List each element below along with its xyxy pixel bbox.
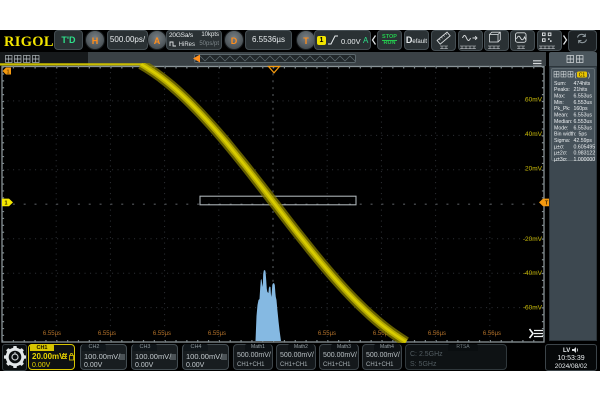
- svg-text:Mode:: Mode:: [554, 125, 568, 131]
- svg-text:µ±3σ:: µ±3σ:: [554, 157, 567, 163]
- svg-text:6.553us: 6.553us: [574, 118, 593, 124]
- svg-text:6.55µs: 6.55µs: [43, 331, 61, 337]
- svg-text:Bin width:: Bin width:: [554, 131, 577, 137]
- svg-text:0.605495: 0.605495: [574, 144, 596, 150]
- svg-text:20mV: 20mV: [525, 166, 543, 173]
- svg-text:21hits: 21hits: [574, 87, 588, 93]
- svg-text:0.983122: 0.983122: [574, 150, 596, 156]
- svg-text:-20mV: -20mV: [523, 236, 543, 243]
- svg-text:µ±σ:: µ±σ:: [554, 144, 564, 150]
- svg-text:1: 1: [6, 69, 9, 75]
- svg-text:C1: C1: [579, 72, 586, 78]
- svg-text:Min:: Min:: [554, 99, 564, 105]
- svg-text:): ): [588, 73, 590, 79]
- svg-text:6.56µs: 6.56µs: [483, 331, 501, 337]
- svg-text:6.55µs: 6.55µs: [98, 331, 116, 337]
- svg-text:Mean:: Mean:: [554, 112, 568, 118]
- svg-text:(: (: [575, 73, 577, 79]
- svg-text:40mV: 40mV: [525, 131, 543, 138]
- svg-text:5ps: 5ps: [579, 131, 588, 137]
- svg-text:Max:: Max:: [554, 93, 565, 99]
- svg-text:6.553us: 6.553us: [574, 125, 593, 131]
- svg-text:6.553us: 6.553us: [574, 99, 593, 105]
- svg-text:6.553us: 6.553us: [574, 93, 593, 99]
- svg-text:Sum:: Sum:: [554, 80, 566, 86]
- svg-text:6.56µs: 6.56µs: [428, 331, 446, 337]
- svg-text:6.553us: 6.553us: [574, 112, 593, 118]
- svg-text:µ±2σ:: µ±2σ:: [554, 150, 567, 156]
- svg-text:Median:: Median:: [554, 118, 572, 124]
- svg-text:1.000000: 1.000000: [574, 157, 596, 163]
- svg-text:474hits: 474hits: [574, 80, 591, 86]
- svg-text:1: 1: [4, 201, 7, 207]
- svg-text:Sigma:: Sigma:: [554, 138, 570, 144]
- svg-text:60mV: 60mV: [525, 97, 543, 104]
- svg-text:160ps: 160ps: [574, 106, 589, 112]
- svg-text:Pk_Pk:: Pk_Pk:: [554, 106, 570, 112]
- svg-text:-60mV: -60mV: [523, 305, 543, 312]
- svg-text:-40mV: -40mV: [523, 270, 543, 277]
- svg-text:6.55µs: 6.55µs: [318, 331, 336, 337]
- svg-text:6.55µs: 6.55µs: [153, 331, 171, 337]
- svg-text:6.55µs: 6.55µs: [208, 331, 226, 337]
- svg-text:42.59ps: 42.59ps: [574, 138, 593, 144]
- svg-text:Peaks:: Peaks:: [554, 87, 570, 93]
